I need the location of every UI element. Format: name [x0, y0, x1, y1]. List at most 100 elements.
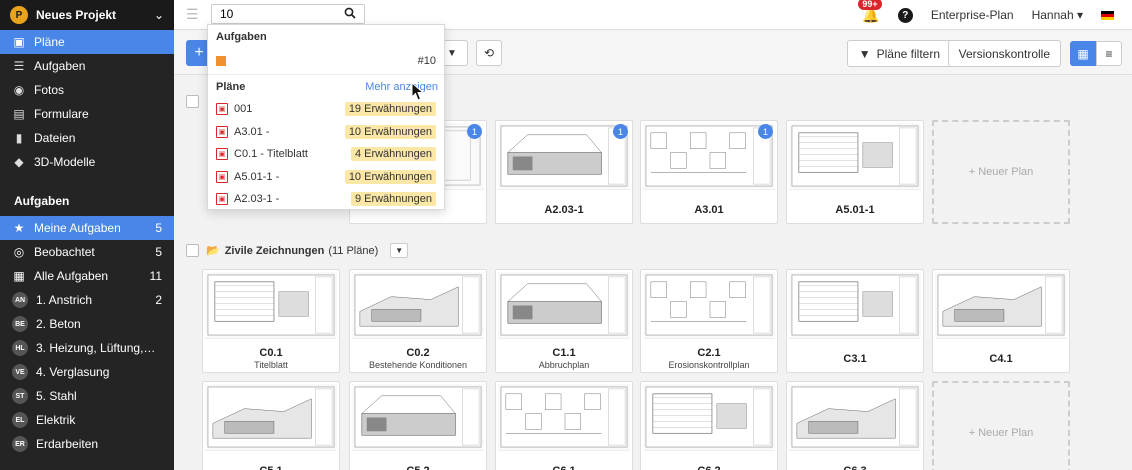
caret-down-icon[interactable]: ▼ — [390, 243, 409, 258]
plan-card[interactable]: C2.1 Erosionskontrollplan — [640, 269, 778, 373]
plan-thumbnail — [205, 384, 337, 451]
grid-view-icon[interactable]: ▦ — [1070, 41, 1096, 66]
grid-icon: ▦ — [13, 269, 25, 283]
plan-result[interactable]: ▣ 001 19 Erwähnungen — [208, 99, 444, 119]
clipboard-icon: ▤ — [13, 107, 25, 121]
plan-icon: ▣ — [216, 193, 228, 205]
category-avatar: HL — [12, 340, 28, 356]
task-result[interactable]: #10 — [208, 51, 444, 71]
plan-card[interactable]: C6.3 — [786, 381, 924, 470]
plan-card[interactable]: C5.1 — [202, 381, 340, 470]
task-nav-item[interactable]: VE 4. Verglasung — [0, 360, 174, 384]
mention-badge: 19 Erwähnungen — [344, 102, 436, 116]
nav-item[interactable]: ☰ Aufgaben — [0, 54, 174, 78]
camera-icon: ◉ — [13, 83, 25, 97]
user-menu[interactable]: Hannah ▾ — [1032, 8, 1083, 22]
task-nav-item[interactable]: ◎ Beobachtet 5 — [0, 240, 174, 264]
plan-thumbnail — [498, 272, 630, 339]
german-flag-icon[interactable] — [1101, 10, 1114, 20]
new-plan-button[interactable]: + Neuer Plan — [932, 381, 1070, 470]
task-nav-item[interactable]: ST 5. Stahl — [0, 384, 174, 408]
plan-card[interactable]: C3.1 — [786, 269, 924, 373]
task-count: 5 — [155, 245, 162, 259]
file-icon: ▮ — [15, 131, 23, 145]
plan-thumbnail — [789, 272, 921, 339]
plan-card[interactable]: A2.03-1 1 — [495, 120, 633, 224]
nav-item-label: 3D-Modelle — [34, 155, 96, 169]
nav-item-label: Formulare — [34, 107, 89, 121]
mention-badge: 10 Erwähnungen — [344, 124, 436, 139]
plan-card[interactable]: A3.01 1 — [640, 120, 778, 224]
plan-card[interactable]: C0.2 Bestehende Konditionen — [349, 269, 487, 373]
search-icon[interactable] — [344, 7, 356, 22]
nav-item[interactable]: ▣ Pläne — [0, 30, 174, 54]
task-nav-item[interactable]: ▦ Alle Aufgaben 11 — [0, 264, 174, 288]
comment-count-badge: 1 — [758, 124, 773, 139]
plan-card[interactable]: C6.2 — [640, 381, 778, 470]
task-nav-item[interactable]: HL 3. Heizung, Lüftung, K... — [0, 336, 174, 360]
plan-thumbnail — [789, 123, 921, 190]
plan-card[interactable]: C5.2 — [349, 381, 487, 470]
task-nav-item[interactable]: BE 2. Beton — [0, 312, 174, 336]
plan-card[interactable]: C4.1 — [932, 269, 1070, 373]
show-more-link[interactable]: Mehr anzeigen — [365, 81, 438, 93]
task-number: #10 — [417, 55, 436, 67]
plan-result[interactable]: ▣ C0.1 - Titelblatt 4 Erwähnungen — [208, 144, 444, 164]
plan-thumbnail — [352, 384, 484, 451]
plan-link[interactable]: Enterprise-Plan — [931, 8, 1014, 22]
nav-item[interactable]: ▤ Formulare — [0, 102, 174, 126]
results-plans-title: Pläne — [216, 81, 246, 93]
plan-thumbnail — [205, 272, 337, 339]
plan-card[interactable]: C1.1 Abbruchplan — [495, 269, 633, 373]
list-view-icon[interactable]: ≡ — [1096, 41, 1122, 66]
task-count: 11 — [149, 269, 162, 283]
project-logo-icon: P — [10, 6, 28, 24]
task-nav-label: Elektrik — [36, 413, 76, 427]
group-name: Zivile Zeichnungen — [224, 244, 325, 257]
task-nav-item[interactable]: EL Elektrik — [0, 408, 174, 432]
project-name: Neues Projekt — [36, 8, 117, 22]
task-nav-item[interactable]: ★ Meine Aufgaben 5 — [0, 216, 174, 240]
plan-name: A5.01-1 — [835, 204, 875, 216]
plan-subtitle: Erosionskontrollplan — [668, 360, 750, 370]
plan-card[interactable]: C0.1 Titelblatt — [202, 269, 340, 373]
category-avatar: EL — [12, 412, 28, 428]
task-nav-item[interactable]: ER Erdarbeiten — [0, 432, 174, 456]
nav-item[interactable]: ▮ Dateien — [0, 126, 174, 150]
category-avatar: ST — [12, 388, 28, 404]
filter-plans-label: Pläne filtern — [876, 46, 940, 61]
plan-result[interactable]: ▣ A2.03-1 - 9 Erwähnungen — [208, 189, 444, 209]
new-plan-button[interactable]: + Neuer Plan — [932, 120, 1070, 224]
plan-card[interactable]: A5.01-1 — [786, 120, 924, 224]
group-checkbox[interactable] — [186, 95, 199, 108]
chevron-down-icon[interactable]: ⌄ — [154, 8, 164, 22]
plan-subtitle: Bestehende Konditionen — [368, 360, 468, 370]
plan-thumbnail — [789, 384, 921, 451]
image-icon: ▣ — [13, 35, 25, 49]
project-switcher[interactable]: P Neues Projekt ⌄ — [0, 0, 174, 30]
plan-result[interactable]: ▣ A3.01 - 10 Erwähnungen — [208, 122, 444, 142]
plan-result[interactable]: ▣ A5.01-1 - 10 Erwähnungen — [208, 167, 444, 187]
plan-name: A3.01 — [694, 204, 724, 216]
plan-result-name: A5.01-1 - — [234, 170, 280, 183]
filter-plans-button[interactable]: ▼ Pläne filtern — [846, 40, 952, 67]
search-field[interactable] — [211, 4, 365, 24]
mention-badge: 10 Erwähnungen — [344, 169, 436, 184]
plan-result-name: 001 — [234, 103, 253, 115]
filter-icon: ▼ — [858, 46, 871, 61]
results-tasks-title: Aufgaben — [216, 31, 267, 43]
plan-card[interactable]: C6.1 — [495, 381, 633, 470]
mention-badge: 4 Erwähnungen — [350, 147, 436, 161]
task-nav-label: 1. Anstrich — [36, 293, 93, 307]
plan-thumbnail — [352, 272, 484, 339]
search-input[interactable] — [220, 7, 330, 21]
help-icon[interactable]: ? — [897, 7, 913, 23]
plan-thumbnail — [643, 272, 775, 339]
nav-item[interactable]: ◉ Fotos — [0, 78, 174, 102]
version-control-button[interactable]: Versionskontrolle — [947, 40, 1061, 67]
nav-item[interactable]: ◆ 3D-Modelle — [0, 150, 174, 174]
task-nav-item[interactable]: AN 1. Anstrich 2 — [0, 288, 174, 312]
menu-icon[interactable]: ☰ — [186, 6, 200, 23]
notifications-button[interactable]: 🔔 99+ — [858, 0, 882, 24]
history-icon[interactable]: ⟲ — [476, 40, 502, 66]
